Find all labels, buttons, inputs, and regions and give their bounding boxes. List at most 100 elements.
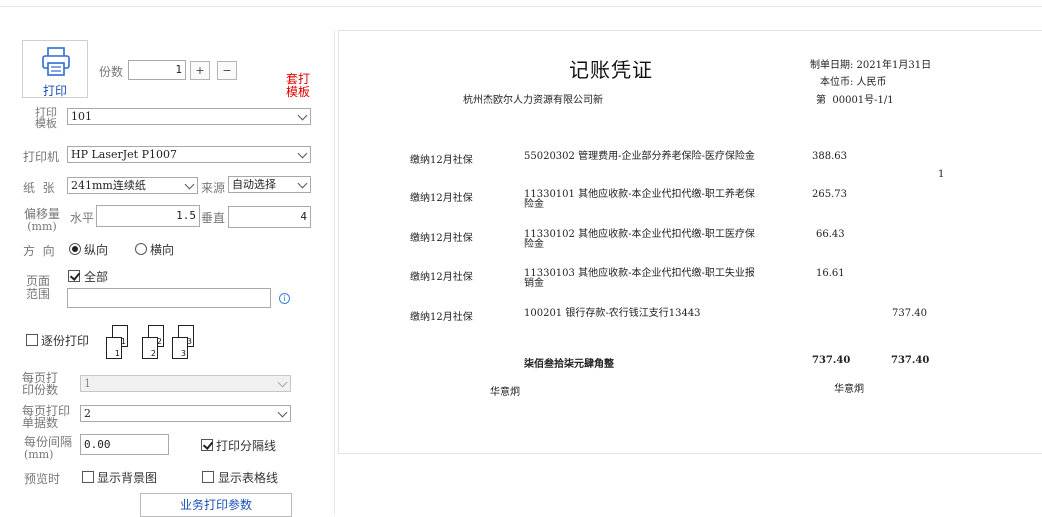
per-page-docs-select[interactable]: 2	[80, 405, 291, 422]
show-background-label: 显示背景图	[97, 471, 158, 485]
paper-select[interactable]: 241mm连续纸	[67, 177, 198, 194]
copies-plus-button[interactable]: +	[190, 61, 210, 80]
voucher-total-credit: 737.40	[891, 355, 930, 366]
voucher-total-debit: 737.40	[812, 355, 851, 366]
voucher-row-summary: 缴纳12月社保	[410, 312, 473, 323]
panel-divider	[334, 30, 335, 514]
portrait-radio[interactable]	[69, 243, 81, 255]
info-icon[interactable]: i	[279, 293, 290, 304]
per-page-docs-label-line2: 单据数	[22, 416, 59, 430]
template-label-line2: 模板	[35, 117, 57, 130]
voucher-row-credit: 737.40	[892, 308, 927, 319]
spacing-label-line2: (mm)	[24, 448, 54, 461]
printer-icon	[42, 47, 70, 76]
print-button-label: 打印	[42, 84, 67, 98]
voucher-company: 杭州杰欧尔人力资源有限公司新	[463, 95, 603, 106]
separator-label: 打印分隔线	[216, 439, 277, 453]
printer-select[interactable]: HP LaserJet P1007	[67, 146, 311, 163]
source-select-value: 自动选择	[232, 178, 276, 191]
copies-minus-button[interactable]: −	[217, 61, 237, 80]
voucher-row-debit: 66.43	[816, 229, 845, 240]
paper-select-value: 241mm连续纸	[71, 179, 146, 192]
offset-label: 偏移量 (mm)	[22, 208, 62, 233]
chevron-down-icon	[277, 407, 288, 418]
print-button[interactable]: 打印	[22, 40, 88, 98]
voucher-row-summary: 缴纳12月社保	[410, 155, 473, 166]
all-pages-checkbox[interactable]	[68, 270, 80, 282]
chevron-down-icon	[277, 377, 288, 388]
spacing-input[interactable]: 0.00	[80, 434, 169, 455]
page-range-input[interactable]	[67, 288, 271, 308]
collate-page-front-1: 1	[106, 337, 122, 359]
vertical-label: 垂直	[201, 211, 226, 225]
source-select[interactable]: 自动选择	[228, 176, 311, 193]
per-page-copies-label-line2: 印份数	[22, 383, 59, 397]
overlay-template-link[interactable]: 套打 模板	[282, 73, 314, 99]
all-pages-label: 全部	[84, 270, 109, 284]
collate-page-front-3: 3	[172, 337, 188, 359]
collate-page-front-2: 2	[142, 337, 158, 359]
direction-label: 方 向	[23, 244, 55, 258]
template-select-value: 101	[71, 110, 92, 123]
horizontal-label: 水平	[70, 211, 95, 225]
show-grid-label: 显示表格线	[218, 471, 279, 485]
voucher-row-summary: 缴纳12月社保	[410, 272, 473, 283]
voucher-row-account: 11330102 其他应收款-本企业代扣代缴-职工医疗保险金	[524, 229, 755, 250]
voucher-title: 记账凭证	[569, 58, 653, 82]
horizontal-offset-input[interactable]: 1.5	[96, 205, 200, 227]
voucher-maker-right: 华意炯	[834, 384, 864, 395]
per-page-copies-select[interactable]: 1	[80, 375, 291, 392]
voucher-number: 第 00001号-1/1	[816, 95, 894, 106]
source-label: 来源	[201, 181, 226, 195]
voucher-date: 制单日期: 2021年1月31日	[810, 60, 932, 71]
per-page-docs-label: 每页打印 单据数	[22, 405, 76, 429]
voucher-row-debit: 265.73	[812, 189, 847, 200]
voucher-row-debit: 388.63	[812, 151, 847, 162]
voucher-currency: 本位币: 人民币	[820, 77, 887, 88]
copies-input[interactable]: 1	[128, 60, 186, 80]
voucher-row-account: 55020302 管理费用-企业部分养老保险-医疗保险金	[524, 151, 755, 162]
portrait-label: 纵向	[84, 243, 109, 257]
vertical-offset-input[interactable]: 4	[228, 206, 311, 228]
collate-label: 逐份打印	[41, 334, 90, 348]
template-select[interactable]: 101	[67, 108, 311, 125]
offset-label-line2: (mm)	[27, 220, 57, 233]
voucher-row-account: 11330101 其他应收款-本企业代扣代缴-职工养老保险金	[524, 189, 755, 210]
collate-checkbox[interactable]	[26, 334, 38, 346]
copies-label: 份数	[99, 65, 124, 79]
printer-select-value: HP LaserJet P1007	[71, 148, 177, 161]
template-label: 打印 模板	[28, 107, 64, 129]
voucher-total-words: 柒佰叁拾柒元肆角整	[524, 359, 614, 370]
show-background-checkbox[interactable]	[82, 471, 94, 483]
chevron-down-icon	[184, 179, 195, 190]
per-page-copies-label: 每页打 印份数	[22, 372, 66, 396]
collate-illustration: 1 1 2 2 3 3	[106, 325, 202, 361]
voucher-row-account: 11330103 其他应收款-本企业代扣代缴-职工失业报销金	[524, 268, 755, 289]
per-page-copies-value: 1	[84, 377, 91, 390]
voucher-row-account: 100201 银行存款-农行钱江支行13443	[524, 308, 701, 319]
chevron-down-icon	[297, 178, 308, 189]
chevron-down-icon	[297, 148, 308, 159]
voucher-maker-left: 华意炯	[490, 387, 520, 398]
range-label: 页面 范围	[24, 275, 52, 301]
range-label-line2: 范围	[25, 287, 50, 301]
show-grid-checkbox[interactable]	[202, 471, 214, 483]
top-divider	[0, 6, 1042, 7]
separator-checkbox[interactable]	[201, 439, 213, 451]
printer-label: 打印机	[23, 150, 60, 164]
voucher-row-summary: 缴纳12月社保	[410, 193, 473, 204]
collate-page-number: 3	[180, 349, 186, 358]
business-print-params-button[interactable]: 业务打印参数	[140, 493, 292, 517]
collate-page-number: 2	[150, 349, 156, 358]
paper-label: 纸 张	[23, 181, 55, 195]
overlay-template-line2: 模板	[285, 85, 310, 99]
collate-page-number: 1	[114, 349, 120, 358]
per-page-docs-value: 2	[84, 407, 91, 420]
preview-label: 预览时	[24, 472, 61, 486]
chevron-down-icon	[297, 110, 308, 121]
landscape-radio[interactable]	[135, 243, 147, 255]
spacing-label: 每份间隔 (mm)	[24, 436, 74, 461]
voucher-row-debit: 16.61	[816, 268, 845, 279]
voucher-attachments: 1	[938, 169, 945, 180]
voucher-row-summary: 缴纳12月社保	[410, 233, 473, 244]
